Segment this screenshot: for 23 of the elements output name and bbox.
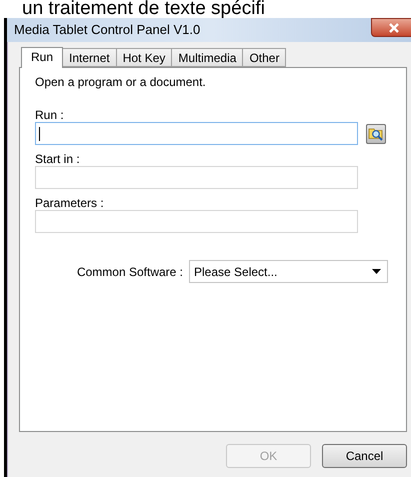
background-text: un traitement de texte spécifi: [21, 0, 265, 18]
field-label: Start in :: [35, 151, 81, 166]
tab[interactable]: Internet: [62, 48, 117, 67]
window-title: Media Tablet Control Panel V1.0: [14, 21, 200, 40]
tab[interactable]: Other: [242, 48, 286, 67]
instruction-text: Open a program or a document.: [35, 74, 207, 89]
tab[interactable]: Run: [21, 47, 64, 68]
input-field[interactable]: [35, 122, 358, 145]
text-cursor: [39, 126, 40, 140]
tab[interactable]: Hot Key: [116, 48, 172, 67]
close-icon: [388, 22, 398, 32]
browse-button[interactable]: [366, 124, 386, 144]
input-field[interactable]: [35, 166, 358, 189]
close-button[interactable]: [371, 18, 411, 37]
dialog-button[interactable]: Cancel: [322, 444, 407, 468]
common-software-label: Common Software :: [76, 264, 184, 280]
common-software-dropdown[interactable]: Please Select...: [189, 260, 388, 283]
input-field[interactable]: [35, 210, 358, 233]
field-label: Run :: [35, 107, 65, 122]
field-label: Parameters :: [35, 195, 105, 210]
folder-magnifier-icon: [368, 126, 384, 141]
dropdown-arrow-icon: [372, 269, 381, 274]
tab[interactable]: Multimedia: [171, 48, 244, 67]
